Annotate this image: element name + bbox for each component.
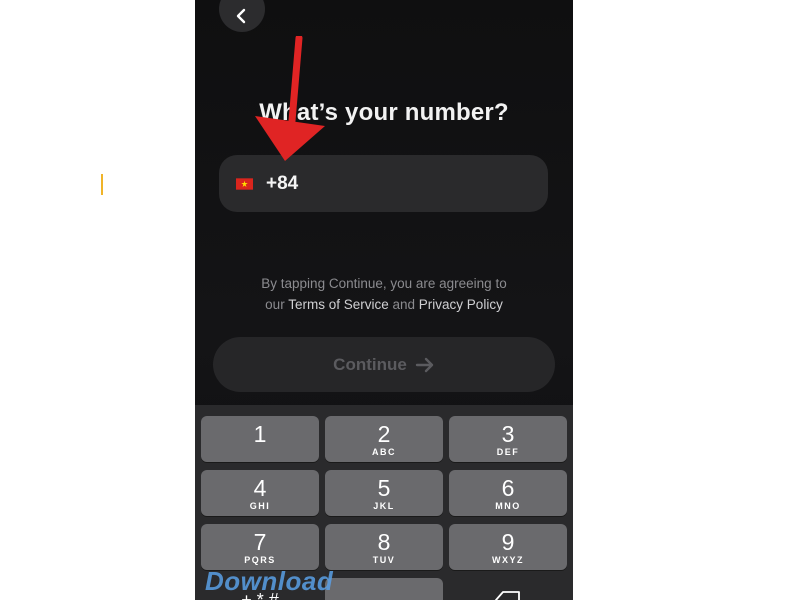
key-digit: 1 [253, 421, 267, 447]
terms-of-service-link[interactable]: Terms of Service [288, 297, 389, 312]
arrow-right-icon [415, 357, 434, 372]
privacy-policy-link[interactable]: Privacy Policy [419, 297, 503, 312]
key-4[interactable]: 4 GHI [201, 470, 319, 516]
key-digit: 6 [501, 475, 515, 501]
key-letters: GHI [249, 501, 271, 511]
key-letters: JKL [373, 501, 395, 511]
terms-our: our [265, 297, 285, 312]
red-arrow-annotation-icon [255, 36, 325, 161]
continue-button[interactable]: Continue [213, 337, 555, 392]
key-5[interactable]: 5 JKL [325, 470, 443, 516]
terms-and: and [392, 297, 416, 312]
watermark-logo: Download [205, 566, 334, 596]
key-0[interactable] [325, 578, 443, 600]
key-letters: DEF [496, 447, 520, 457]
key-8[interactable]: 8 TUV [325, 524, 443, 570]
vietnam-flag-icon [236, 177, 253, 190]
backspace-key[interactable] [449, 578, 567, 600]
continue-label: Continue [333, 354, 407, 374]
key-digit: 5 [377, 475, 391, 501]
key-digit: 2 [377, 421, 391, 447]
key-9[interactable]: 9 WXYZ [449, 524, 567, 570]
key-2[interactable]: 2 ABC [325, 416, 443, 462]
key-7[interactable]: 7 PQRS [201, 524, 319, 570]
phone-number-input[interactable] [264, 171, 528, 196]
key-1[interactable]: 1 [201, 416, 319, 462]
key-digit: 8 [377, 529, 391, 555]
key-digit: 3 [501, 421, 515, 447]
terms-line-1: By tapping Continue, you are agreeing to [261, 276, 507, 291]
terms-line-2: our Terms of Service and Privacy Policy [195, 294, 573, 315]
key-3[interactable]: 3 DEF [449, 416, 567, 462]
chevron-left-icon [236, 8, 246, 24]
key-letters: TUV [372, 555, 396, 565]
key-letters: PQRS [244, 555, 276, 565]
key-digit: 7 [253, 529, 267, 555]
text-cursor [101, 174, 103, 195]
terms-text: By tapping Continue, you are agreeing to… [195, 273, 573, 315]
key-letters: MNO [495, 501, 521, 511]
key-letters: WXYZ [492, 555, 524, 565]
back-button[interactable] [219, 0, 265, 32]
key-letters: ABC [372, 447, 396, 457]
key-6[interactable]: 6 MNO [449, 470, 567, 516]
key-digit: 4 [253, 475, 267, 501]
backspace-icon [495, 591, 520, 600]
key-digit: 9 [501, 529, 515, 555]
